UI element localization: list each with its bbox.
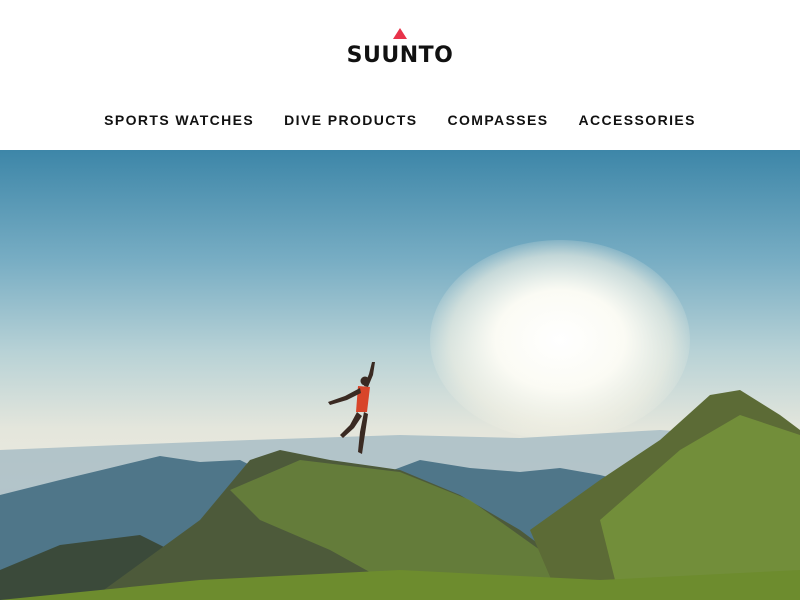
nav-sports-watches[interactable]: SPORTS WATCHES — [104, 112, 254, 128]
site-header: SUUNTO SPORTS WATCHES DIVE PRODUCTS COMP… — [0, 0, 800, 150]
nav-compasses[interactable]: COMPASSES — [448, 112, 549, 128]
hero-image — [0, 150, 800, 600]
logo-triangle-icon — [393, 28, 407, 39]
hero-landscape — [0, 362, 800, 600]
main-nav: SPORTS WATCHES DIVE PRODUCTS COMPASSES A… — [0, 112, 800, 128]
nav-dive-products[interactable]: DIVE PRODUCTS — [284, 112, 417, 128]
logo-text: SUUNTO — [346, 43, 454, 68]
suunto-logo[interactable]: SUUNTO — [0, 28, 800, 68]
nav-accessories[interactable]: ACCESSORIES — [579, 112, 696, 128]
